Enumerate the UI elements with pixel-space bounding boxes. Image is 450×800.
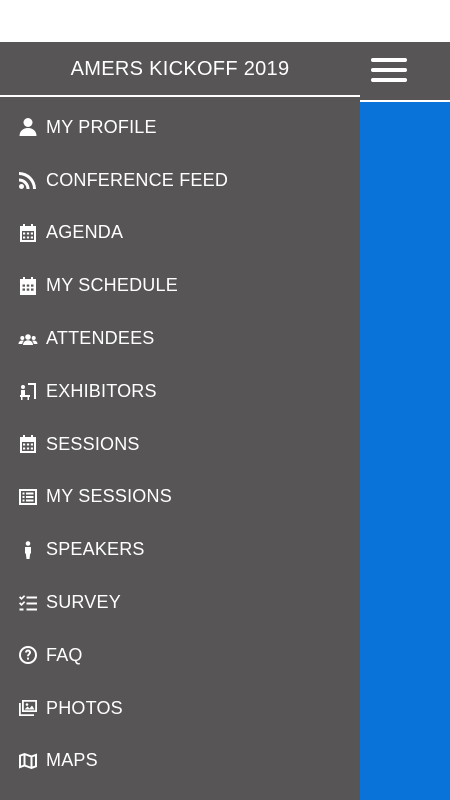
menu-list: MY PROFILE CONFERENCE FEED AGENDA MY SCH… [0,101,360,787]
menu-item-maps[interactable]: MAPS [0,735,360,788]
photos-icon [18,698,38,718]
menu-item-faq[interactable]: FAQ [0,629,360,682]
user-icon [18,117,38,137]
menu-item-label: SESSIONS [46,433,140,454]
menu-item-sessions[interactable]: SESSIONS [0,418,360,471]
calendar-icon [18,434,38,454]
calendar-filled-icon [18,276,38,296]
menu-item-label: ATTENDEES [46,328,155,349]
menu-item-conference-feed[interactable]: CONFERENCE FEED [0,154,360,207]
navigation-drawer: MY PROFILE CONFERENCE FEED AGENDA MY SCH… [0,97,360,800]
rss-feed-icon [18,170,38,190]
menu-item-exhibitors[interactable]: EXHIBITORS [0,365,360,418]
menu-item-label: EXHIBITORS [46,380,157,401]
menu-item-label: CONFERENCE FEED [46,169,229,190]
menu-item-label: SURVEY [46,592,121,613]
checklist-icon [18,593,38,613]
menu-item-my-schedule[interactable]: MY SCHEDULE [0,259,360,312]
menu-item-label: MY SESSIONS [46,486,172,507]
menu-item-label: SPEAKERS [46,539,145,560]
menu-item-label: MY PROFILE [46,116,157,137]
menu-item-label: FAQ [46,644,83,665]
menu-item-my-sessions[interactable]: MY SESSIONS [0,471,360,524]
menu-item-agenda[interactable]: AGENDA [0,207,360,260]
calendar-icon [18,223,38,243]
menu-item-photos[interactable]: PHOTOS [0,682,360,735]
speaker-person-icon [18,540,38,560]
list-table-icon [18,487,38,507]
menu-item-survey[interactable]: SURVEY [0,576,360,629]
main-content-panel[interactable] [360,100,450,800]
app-header: AMERS KICKOFF 2019 [0,42,450,100]
map-icon [18,751,38,771]
menu-item-label: MAPS [46,750,98,771]
menu-item-attendees[interactable]: ATTENDEES [0,312,360,365]
menu-item-label: MY SCHEDULE [46,275,178,296]
question-circle-icon [18,645,38,665]
menu-item-my-profile[interactable]: MY PROFILE [0,101,360,154]
users-group-icon [18,329,38,349]
status-bar [0,0,450,42]
exhibitor-booth-icon [18,381,38,401]
menu-item-label: PHOTOS [46,697,123,718]
menu-item-label: AGENDA [46,222,124,243]
app-title: AMERS KICKOFF 2019 [70,57,290,80]
menu-item-speakers[interactable]: SPEAKERS [0,523,360,576]
hamburger-menu-icon[interactable] [360,42,418,98]
